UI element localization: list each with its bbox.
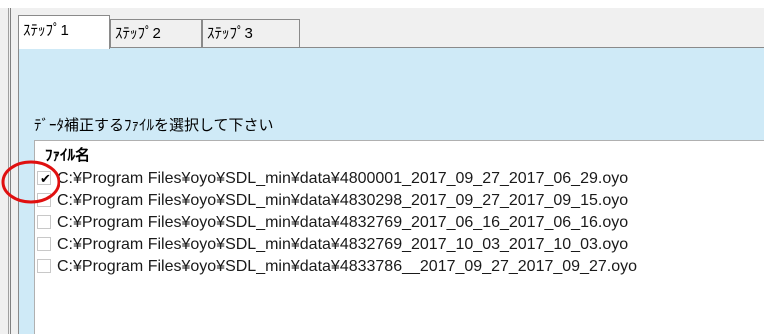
file-row[interactable]: C:¥Program Files¥oyo¥SDL_min¥data¥483276… — [37, 234, 763, 256]
left-border — [8, 8, 9, 334]
left-border-inner — [10, 8, 11, 334]
file-path: C:¥Program Files¥oyo¥SDL_min¥data¥480000… — [57, 170, 629, 187]
file-path: C:¥Program Files¥oyo¥SDL_min¥data¥483378… — [57, 258, 638, 275]
instruction-label: ﾃﾞｰﾀ補正するﾌｧｲﾙを選択して下さい — [34, 117, 274, 134]
column-header-filename[interactable]: ﾌｧｲﾙ名 — [45, 144, 90, 165]
file-checkbox[interactable] — [37, 193, 51, 207]
tab-strip: ｽﾃｯﾌﾟ1 ｽﾃｯﾌﾟ2 ｽﾃｯﾌﾟ3 — [18, 15, 764, 49]
file-list[interactable]: ﾌｧｲﾙ名 ✔ C:¥Program Files¥oyo¥SDL_min¥dat… — [34, 140, 764, 334]
window: ｽﾃｯﾌﾟ1 ｽﾃｯﾌﾟ2 ｽﾃｯﾌﾟ3 ﾃﾞｰﾀ補正するﾌｧｲﾙを選択して下さ… — [0, 0, 764, 334]
file-row[interactable]: C:¥Program Files¥oyo¥SDL_min¥data¥483378… — [37, 256, 763, 278]
top-strip — [0, 0, 764, 8]
checkmark-icon: ✔ — [40, 171, 51, 186]
file-checkbox[interactable]: ✔ — [37, 171, 51, 186]
file-checkbox[interactable] — [37, 215, 51, 229]
file-row[interactable]: C:¥Program Files¥oyo¥SDL_min¥data¥483276… — [37, 212, 763, 234]
file-row[interactable]: C:¥Program Files¥oyo¥SDL_min¥data¥483029… — [37, 190, 763, 212]
tab-step-3[interactable]: ｽﾃｯﾌﾟ3 — [202, 19, 300, 47]
tab-step-1[interactable]: ｽﾃｯﾌﾟ1 — [18, 15, 110, 49]
tab-step-2[interactable]: ｽﾃｯﾌﾟ2 — [110, 19, 202, 47]
file-path: C:¥Program Files¥oyo¥SDL_min¥data¥483029… — [57, 192, 629, 209]
file-path: C:¥Program Files¥oyo¥SDL_min¥data¥483276… — [57, 236, 629, 253]
file-path: C:¥Program Files¥oyo¥SDL_min¥data¥483276… — [57, 214, 629, 231]
file-row[interactable]: ✔ C:¥Program Files¥oyo¥SDL_min¥data¥4800… — [37, 168, 763, 190]
file-checkbox[interactable] — [37, 259, 51, 273]
file-checkbox[interactable] — [37, 237, 51, 251]
